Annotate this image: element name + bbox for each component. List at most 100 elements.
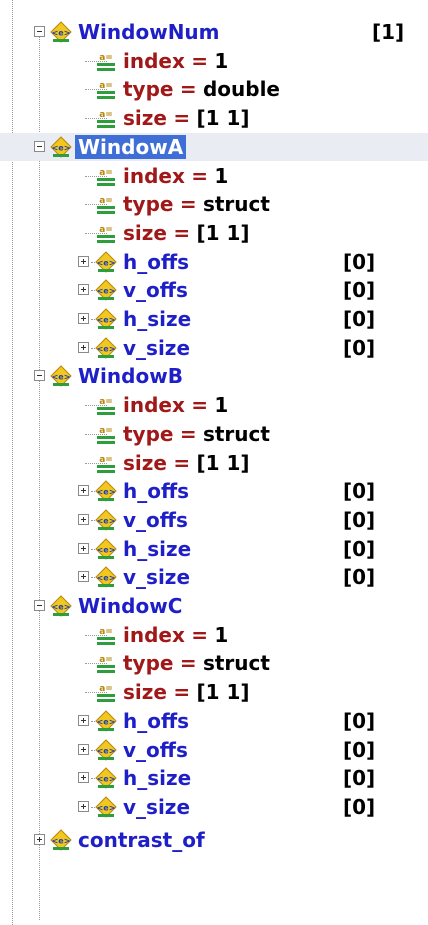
svg-text:<e>: <e> xyxy=(52,29,71,38)
expand-toggle-icon[interactable] xyxy=(78,514,89,525)
xml-element-icon: <e> xyxy=(95,739,117,761)
svg-text:<e>: <e> xyxy=(97,747,116,756)
tree-node-element[interactable]: <e> h_offs [0] xyxy=(0,477,428,505)
collapse-toggle-icon[interactable] xyxy=(34,370,45,381)
tree-node-element[interactable]: <e> h_size [0] xyxy=(0,535,428,563)
tree-node-attribute[interactable]: a= size = [1 1] xyxy=(0,678,428,706)
xml-attribute-icon: a= xyxy=(95,193,117,215)
attribute-name: type xyxy=(123,77,174,101)
tree-node-label: WindowA xyxy=(75,133,187,161)
tree-node-attribute[interactable]: a= type = struct xyxy=(0,649,428,677)
svg-text:a=: a= xyxy=(99,168,113,178)
tree-node-element[interactable]: <e> h_offs [0] xyxy=(0,707,428,735)
element-value: [0] xyxy=(343,336,376,360)
expand-toggle-icon[interactable] xyxy=(78,256,89,267)
attribute-name: size xyxy=(123,680,167,704)
collapse-toggle-icon[interactable] xyxy=(34,141,45,152)
tree-node-label: h_offs xyxy=(123,477,189,505)
tree-node-element[interactable]: <e> v_offs [0] xyxy=(0,276,428,304)
tree-node-attribute[interactable]: a= index = 1 xyxy=(0,391,428,419)
tree-node-element[interactable]: <e> v_offs [0] xyxy=(0,736,428,764)
svg-text:a=: a= xyxy=(99,684,113,694)
expand-toggle-icon[interactable] xyxy=(78,485,89,496)
expand-toggle-icon[interactable] xyxy=(34,834,45,845)
attribute-operator: = xyxy=(173,221,191,245)
expand-toggle-icon[interactable] xyxy=(78,571,89,582)
attribute-name: index xyxy=(123,164,185,188)
element-value: [1] xyxy=(372,20,405,44)
element-value: [0] xyxy=(343,537,376,561)
tree-node-attribute[interactable]: a= index = 1 xyxy=(0,47,428,75)
tree-node-label: v_offs xyxy=(123,506,188,534)
xml-element-icon: <e> xyxy=(95,767,117,789)
xml-element-icon: <e> xyxy=(95,710,117,732)
tree-node-element[interactable]: <e> v_size [0] xyxy=(0,793,428,821)
expand-toggle-icon[interactable] xyxy=(78,715,89,726)
element-value: [0] xyxy=(343,766,376,790)
tree-node-attribute[interactable]: a= type = struct xyxy=(0,190,428,218)
xml-tree-view[interactable]: <e> WindowNum [1] a= index = 1 a= type = doubl… xyxy=(0,0,428,925)
tree-node-attribute[interactable]: a= size = [1 1] xyxy=(0,104,428,132)
tree-node-element[interactable]: <e> v_size [0] xyxy=(0,563,428,591)
tree-node-element[interactable]: <e> WindowNum [1] xyxy=(0,18,428,46)
tree-node-element[interactable]: <e> v_size [0] xyxy=(0,334,428,362)
tree-node-attribute[interactable]: a= index = 1 xyxy=(0,621,428,649)
element-value: [0] xyxy=(343,709,376,733)
xml-attribute-icon: a= xyxy=(95,423,117,445)
collapse-toggle-icon[interactable] xyxy=(34,26,45,37)
svg-text:a=: a= xyxy=(99,81,113,91)
expand-toggle-icon[interactable] xyxy=(78,342,89,353)
attribute-operator: = xyxy=(179,422,197,446)
attribute-value: struct xyxy=(202,422,270,446)
attribute-operator: = xyxy=(191,164,208,188)
tree-node-element[interactable]: <e> WindowA xyxy=(0,133,428,161)
tree-node-attribute[interactable]: a= size = [1 1] xyxy=(0,219,428,247)
svg-text:<e>: <e> xyxy=(52,837,71,846)
svg-text:a=: a= xyxy=(99,655,113,665)
element-name: WindowNum xyxy=(78,20,220,44)
tree-node-label: v_size xyxy=(123,334,190,362)
attribute-value: 1 xyxy=(214,393,229,417)
xml-element-icon: <e> xyxy=(95,796,117,818)
tree-node-element[interactable]: <e> h_size [0] xyxy=(0,764,428,792)
tree-node-label: h_offs xyxy=(123,707,189,735)
attribute-name: type xyxy=(123,651,174,675)
attribute-value: [1 1] xyxy=(196,451,250,475)
tree-node-label: type = double xyxy=(123,75,280,103)
attribute-operator: = xyxy=(173,680,191,704)
attribute-value: [1 1] xyxy=(196,106,250,130)
attribute-name: type xyxy=(123,192,174,216)
expand-toggle-icon[interactable] xyxy=(78,772,89,783)
svg-text:<e>: <e> xyxy=(52,603,71,612)
tree-node-label: v_size xyxy=(123,793,190,821)
collapse-toggle-icon[interactable] xyxy=(34,600,45,611)
tree-node-label: index = 1 xyxy=(123,162,228,190)
element-value: [0] xyxy=(343,565,376,589)
expand-toggle-icon[interactable] xyxy=(78,284,89,295)
tree-node-element[interactable]: <e> h_offs [0] xyxy=(0,248,428,276)
svg-text:a=: a= xyxy=(99,426,113,436)
tree-node-element[interactable]: <e> v_offs [0] xyxy=(0,506,428,534)
expand-toggle-icon[interactable] xyxy=(78,744,89,755)
element-name: v_size xyxy=(123,565,191,589)
tree-node-attribute[interactable]: a= index = 1 xyxy=(0,162,428,190)
xml-element-icon: <e> xyxy=(95,480,117,502)
expand-toggle-icon[interactable] xyxy=(78,313,89,324)
svg-text:<e>: <e> xyxy=(97,287,116,296)
tree-node-label: h_size xyxy=(123,764,191,792)
element-value: [0] xyxy=(343,278,376,302)
tree-node-attribute[interactable]: a= size = [1 1] xyxy=(0,449,428,477)
element-name: h_offs xyxy=(123,250,190,274)
tree-node-element[interactable]: <e> WindowC xyxy=(0,592,428,620)
tree-node-element[interactable]: <e> WindowB xyxy=(0,362,428,390)
expand-toggle-icon[interactable] xyxy=(78,801,89,812)
tree-node-attribute[interactable]: a= type = struct xyxy=(0,420,428,448)
tree-node-label: v_offs xyxy=(123,276,188,304)
expand-toggle-icon[interactable] xyxy=(78,543,89,554)
element-value: [0] xyxy=(343,738,376,762)
svg-text:<e>: <e> xyxy=(97,546,116,555)
tree-node-element[interactable]: <e> h_size [0] xyxy=(0,305,428,333)
tree-node-element[interactable]: <e> contrast_of xyxy=(0,826,428,854)
tree-node-attribute[interactable]: a= type = double xyxy=(0,75,428,103)
svg-text:a=: a= xyxy=(99,110,113,120)
